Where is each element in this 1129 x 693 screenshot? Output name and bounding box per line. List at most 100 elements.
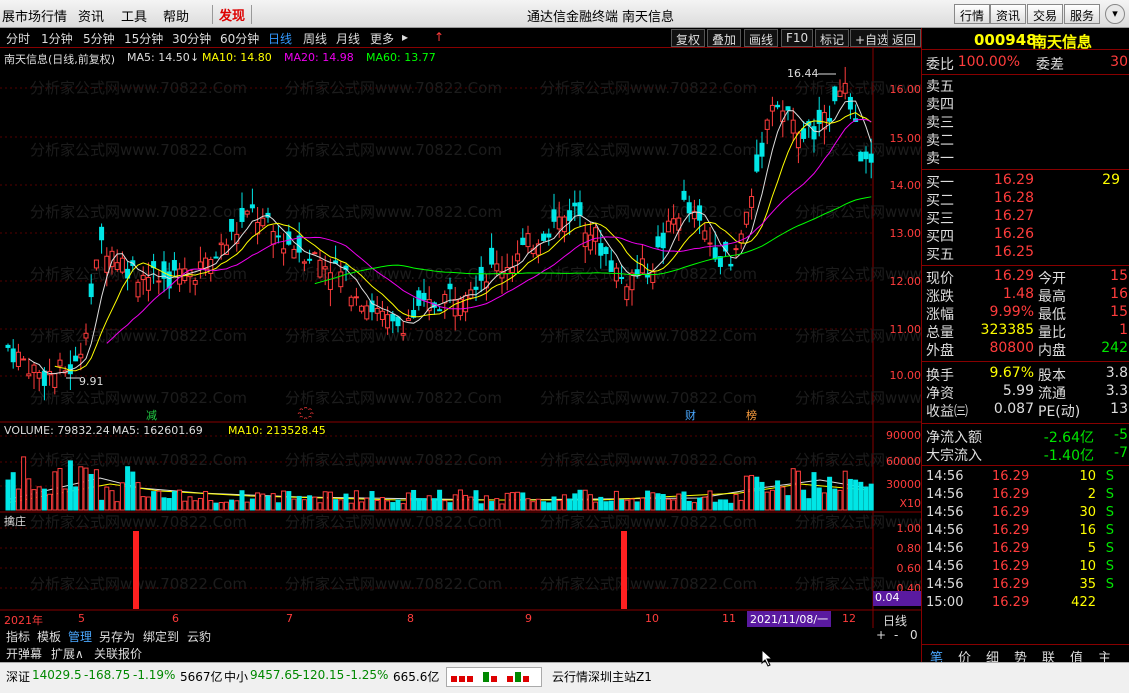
tab-danmaku[interactable]: 开弹幕 [6, 645, 42, 662]
volume-bar [234, 500, 240, 511]
volume-bar [114, 501, 120, 511]
draw-button[interactable]: 画线 [744, 29, 779, 47]
period-tab[interactable]: 60分钟 [220, 30, 259, 47]
date-label: 10 [645, 612, 659, 625]
volume-bar [457, 489, 463, 511]
period-tab[interactable]: 15分钟 [124, 30, 163, 47]
quote-button[interactable]: 行情 [954, 4, 991, 24]
news-button[interactable]: 资讯 [990, 4, 1027, 24]
period-tab[interactable]: 1分钟 [41, 30, 73, 47]
reset-icon[interactable]: 0 [910, 628, 918, 642]
volume-bar [707, 490, 713, 511]
candle-body [78, 353, 84, 359]
watermark-text: 分析家公式网www.70822.Com [285, 141, 502, 159]
event-marker-list[interactable]: 榜 [746, 407, 757, 423]
menu-market[interactable]: 展市场行情 [2, 6, 67, 25]
tab-template[interactable]: 模板 [37, 628, 61, 645]
event-marker-reduce[interactable]: 减 [146, 407, 157, 423]
period-tab[interactable]: 分时 [6, 30, 30, 47]
adjust-button[interactable]: 复权 [671, 29, 706, 47]
volume-bar [686, 500, 692, 511]
vol-axis-label: 60000 [886, 455, 921, 468]
candle-body [359, 305, 365, 312]
kline-chart[interactable]: 分析家公式网www.70822.Com 分析家公式网www.70822.Com 分析… [0, 48, 921, 628]
stat-value: 1.48 [1002, 286, 1034, 302]
zoom-out-icon[interactable]: - [894, 628, 898, 642]
period-tab-more[interactable]: 更多 [370, 30, 394, 47]
bid-row[interactable]: 买二 16.28 [922, 190, 1129, 209]
sz-index-label[interactable]: 深证 [6, 668, 30, 685]
bid-price: 16.29 [993, 172, 1034, 188]
back-button[interactable]: 返回 [887, 29, 921, 47]
ask-row[interactable]: 卖四 [922, 94, 1129, 113]
watermark-text: 分析家公式网www.70822.Com [30, 141, 247, 159]
ask-row[interactable]: 卖五 [922, 76, 1129, 95]
ask-row[interactable]: 卖一 [922, 148, 1129, 167]
server-status[interactable]: 云行情深圳主站Z1 [552, 668, 652, 685]
bid-row[interactable]: 买四 16.26 [922, 226, 1129, 245]
mark-button[interactable]: 标记 [815, 29, 850, 47]
service-button[interactable]: 服务 [1064, 4, 1101, 24]
ask-row[interactable]: 卖三 [922, 112, 1129, 131]
period-tab[interactable]: 5分钟 [83, 30, 115, 47]
volume-bar [660, 494, 666, 511]
tab-manage[interactable]: 管理 [68, 628, 92, 645]
candle-body [660, 232, 666, 249]
ask-row[interactable]: 卖二 [922, 130, 1129, 149]
market-bars-icon[interactable] [446, 667, 542, 687]
ask-label: 卖四 [926, 97, 954, 113]
period-tab[interactable]: 月线 [336, 30, 360, 47]
volume-bar [837, 489, 843, 511]
minimize-icon[interactable]: ▾ [1105, 4, 1125, 24]
tab-yunbao[interactable]: 云豹 [187, 628, 211, 645]
tab-indicator[interactable]: 指标 [6, 628, 30, 645]
period-tab[interactable]: 30分钟 [172, 30, 211, 47]
zx-index-label[interactable]: 中小 [224, 668, 248, 685]
webi-value: 100.00% [957, 54, 1020, 70]
trade-button[interactable]: 交易 [1027, 4, 1064, 24]
volume-bar [390, 502, 396, 511]
f10-button[interactable]: F10 [781, 29, 814, 47]
candle-body [733, 248, 739, 251]
event-marker-finance[interactable]: 财 [685, 407, 696, 423]
tab-related-quote[interactable]: 关联报价 [94, 645, 142, 662]
bid-row[interactable]: 买一 16.29 29 [922, 172, 1129, 191]
volume-bar [249, 498, 255, 511]
tab-expand[interactable]: 扩展∧ [51, 645, 84, 662]
menu-discover[interactable]: 发现 [212, 5, 253, 24]
candle-body [379, 310, 385, 320]
bid-row[interactable]: 买五 16.25 [922, 244, 1129, 263]
menu-news[interactable]: 资讯 [78, 6, 104, 25]
candle-body [561, 216, 567, 233]
zoom-in-icon[interactable]: + [876, 628, 886, 642]
candle-body [546, 233, 552, 238]
candle-body [317, 259, 323, 278]
period-tab-active[interactable]: 日线 [268, 30, 292, 47]
menu-help[interactable]: 帮助 [163, 6, 189, 25]
chart-canvas[interactable]: 分析家公式网www.70822.Com 分析家公式网www.70822.Com 分析… [0, 48, 921, 628]
volume-bar [795, 470, 801, 511]
tick-row: 15:00 16.29 422 [922, 595, 1129, 613]
candle-body [769, 104, 775, 112]
volume-bar [93, 469, 99, 511]
volume-bar [624, 499, 630, 511]
candle-body [353, 296, 359, 299]
menu-tools[interactable]: 工具 [121, 6, 147, 25]
volume-bar [411, 489, 417, 511]
stat-label: 量比 [1038, 325, 1066, 341]
bid-row[interactable]: 买三 16.27 [922, 208, 1129, 227]
overlay-button[interactable]: 叠加 [707, 29, 742, 47]
candle-body [790, 119, 796, 134]
period-tab[interactable]: 周线 [303, 30, 327, 47]
event-marker[interactable]: ҈ [309, 407, 314, 420]
up-arrow-icon[interactable]: ↑ [434, 30, 444, 44]
tab-save-as[interactable]: 另存为 [99, 628, 135, 645]
volume-bar [307, 495, 313, 511]
stat-label: 股本 [1038, 368, 1066, 384]
webi-row: 委比 100.00% 委差 30 [922, 54, 1129, 73]
more-dropdown-icon[interactable]: ▸ [402, 30, 408, 44]
volume-bar [26, 478, 32, 511]
candle-body [426, 299, 432, 312]
volume-bar [166, 498, 172, 511]
tab-bind[interactable]: 绑定到 [143, 628, 179, 645]
